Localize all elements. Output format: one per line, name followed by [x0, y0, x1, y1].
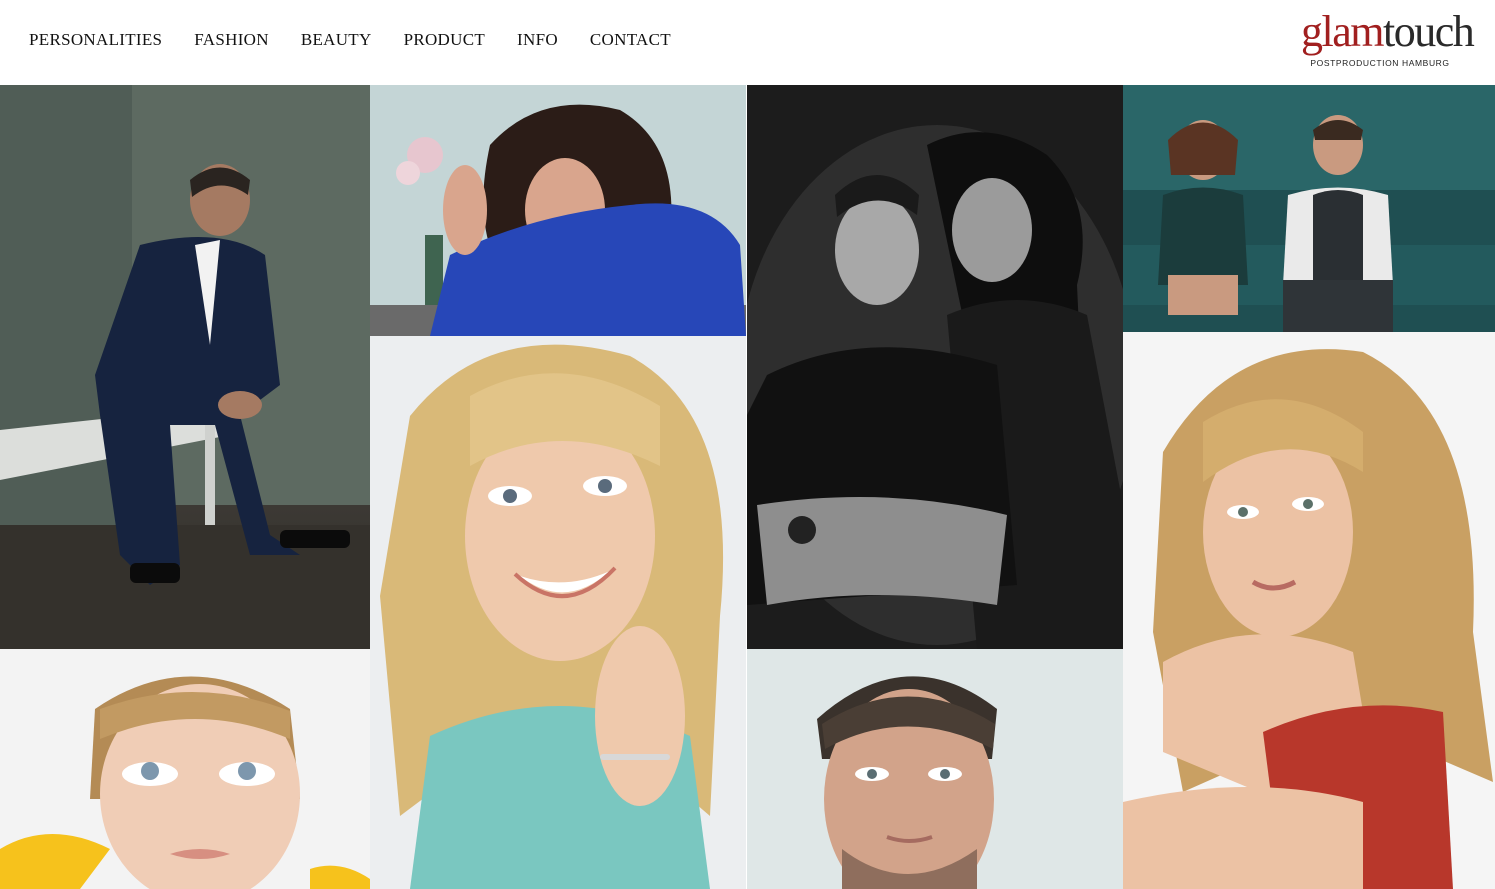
gallery-tile-woman-blue[interactable] [370, 85, 746, 336]
logo-link[interactable]: glamtouch POSTPRODUCTION HAMBURG [1301, 7, 1475, 69]
gallery-tile-man-suit[interactable] [0, 85, 370, 649]
portrait-couple-sofa-image [1123, 85, 1495, 332]
portrait-woman-looking-up-image [0, 649, 370, 889]
gallery-tile-woman-looking-up[interactable] [0, 649, 370, 889]
gallery-tile-blonde-red[interactable] [1123, 332, 1495, 889]
nav-info[interactable]: INFO [517, 30, 558, 50]
portrait-bw-couple-image [747, 85, 1123, 649]
portrait-woman-blue-image [370, 85, 746, 336]
nav-product[interactable]: PRODUCT [404, 30, 485, 50]
nav-fashion[interactable]: FASHION [194, 30, 269, 50]
nav-contact[interactable]: CONTACT [590, 30, 671, 50]
nav-personalities[interactable]: PERSONALITIES [29, 30, 162, 50]
nav-beauty[interactable]: BEAUTY [301, 30, 372, 50]
gallery-tile-couple-sofa[interactable] [1123, 85, 1495, 332]
portrait-blonde-smiling-image [370, 336, 746, 889]
site-header: PERSONALITIES FASHION BEAUTY PRODUCT INF… [0, 0, 1495, 85]
gallery-tile-blonde-smiling[interactable] [370, 336, 746, 889]
portrait-man-face-image [747, 649, 1123, 889]
logo-wordmark: glamtouch [1301, 7, 1475, 56]
portrait-man-suit-image [0, 85, 370, 649]
portrait-blonde-red-image [1123, 332, 1495, 889]
main-nav: PERSONALITIES FASHION BEAUTY PRODUCT INF… [29, 30, 703, 50]
gallery-tile-man-face[interactable] [747, 649, 1123, 889]
logo-subtitle: POSTPRODUCTION HAMBURG [1310, 58, 1450, 68]
gallery-tile-bw-couple[interactable] [747, 85, 1123, 649]
